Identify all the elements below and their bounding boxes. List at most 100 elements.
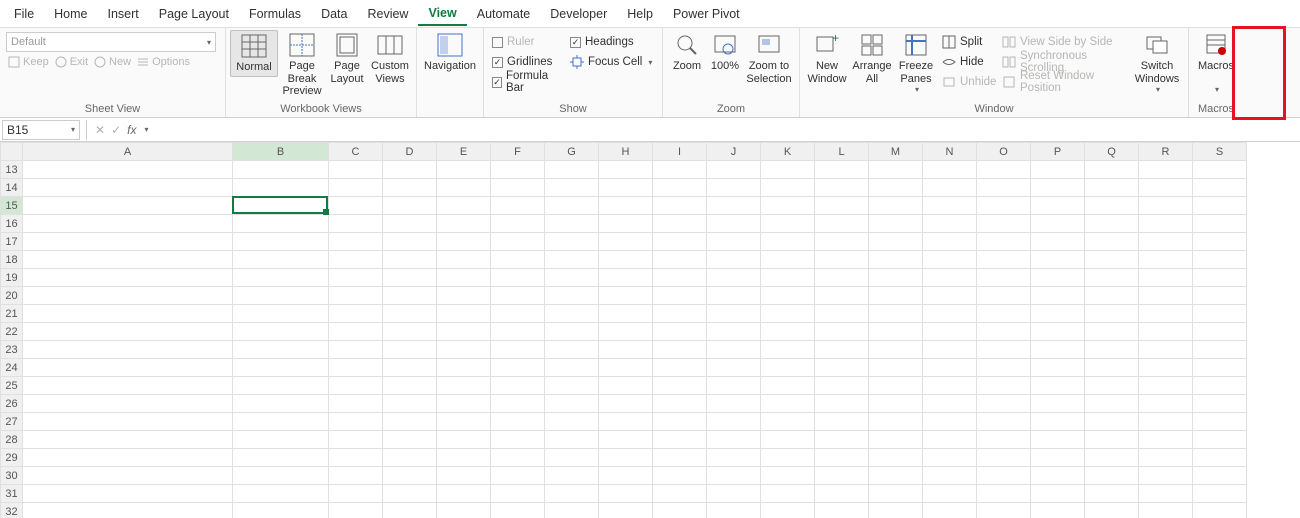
cell[interactable] <box>977 377 1031 395</box>
cell[interactable] <box>437 449 491 467</box>
cell[interactable] <box>815 233 869 251</box>
cell[interactable] <box>1085 197 1139 215</box>
cell[interactable] <box>977 467 1031 485</box>
gridlines-checkbox[interactable]: Gridlines <box>488 52 566 72</box>
cell[interactable] <box>1193 467 1247 485</box>
cell[interactable] <box>23 467 233 485</box>
cell[interactable] <box>1193 287 1247 305</box>
cell[interactable] <box>1193 161 1247 179</box>
cell[interactable] <box>233 179 329 197</box>
cell[interactable] <box>23 395 233 413</box>
cell[interactable] <box>815 431 869 449</box>
cell[interactable] <box>383 431 437 449</box>
cell[interactable] <box>707 287 761 305</box>
cell[interactable] <box>233 503 329 518</box>
cell[interactable] <box>653 179 707 197</box>
cell[interactable] <box>599 413 653 431</box>
cell[interactable] <box>977 431 1031 449</box>
cell[interactable] <box>1031 341 1085 359</box>
enter-formula-icon[interactable]: ✓ <box>111 123 121 137</box>
cell[interactable] <box>977 233 1031 251</box>
cell[interactable] <box>383 251 437 269</box>
cell[interactable] <box>383 269 437 287</box>
cell[interactable] <box>1085 395 1139 413</box>
cell[interactable] <box>707 341 761 359</box>
cell[interactable] <box>707 161 761 179</box>
cell[interactable] <box>923 359 977 377</box>
cell[interactable] <box>491 449 545 467</box>
cell[interactable] <box>923 431 977 449</box>
cell[interactable] <box>491 359 545 377</box>
cell[interactable] <box>437 233 491 251</box>
cell[interactable] <box>1031 161 1085 179</box>
cell[interactable] <box>869 251 923 269</box>
select-all-corner[interactable] <box>1 143 23 161</box>
cell[interactable] <box>23 359 233 377</box>
cell[interactable] <box>1031 287 1085 305</box>
cell[interactable] <box>1193 503 1247 518</box>
cell[interactable] <box>383 197 437 215</box>
row-header[interactable]: 21 <box>1 305 23 323</box>
cell[interactable] <box>1193 485 1247 503</box>
cell[interactable] <box>545 431 599 449</box>
cell[interactable] <box>329 233 383 251</box>
cell[interactable] <box>653 449 707 467</box>
cell[interactable] <box>491 233 545 251</box>
cell[interactable] <box>23 503 233 518</box>
cell[interactable] <box>233 251 329 269</box>
navigation-button[interactable]: Navigation <box>421 30 479 75</box>
cell[interactable] <box>869 395 923 413</box>
cell[interactable] <box>1139 305 1193 323</box>
cell[interactable] <box>977 251 1031 269</box>
cell[interactable] <box>977 413 1031 431</box>
cell[interactable] <box>1193 251 1247 269</box>
cell[interactable] <box>329 215 383 233</box>
cell[interactable] <box>545 179 599 197</box>
cell[interactable] <box>329 269 383 287</box>
cell[interactable] <box>437 215 491 233</box>
custom-views-button[interactable]: Custom Views <box>368 30 412 87</box>
cell[interactable] <box>923 305 977 323</box>
cell[interactable] <box>1031 197 1085 215</box>
cell[interactable] <box>383 323 437 341</box>
cell[interactable] <box>761 467 815 485</box>
cell[interactable] <box>977 305 1031 323</box>
cell[interactable] <box>545 413 599 431</box>
cell[interactable] <box>761 269 815 287</box>
row-header[interactable]: 13 <box>1 161 23 179</box>
cell[interactable] <box>23 377 233 395</box>
cell[interactable] <box>1139 197 1193 215</box>
cell[interactable] <box>761 323 815 341</box>
cell[interactable] <box>869 269 923 287</box>
cell[interactable] <box>437 341 491 359</box>
cell[interactable] <box>1139 467 1193 485</box>
cell[interactable] <box>233 341 329 359</box>
cell[interactable] <box>761 413 815 431</box>
column-header[interactable]: L <box>815 143 869 161</box>
cell[interactable] <box>233 161 329 179</box>
cell[interactable] <box>869 467 923 485</box>
cell[interactable] <box>815 179 869 197</box>
cell[interactable] <box>761 179 815 197</box>
cell[interactable] <box>233 269 329 287</box>
cell[interactable] <box>23 449 233 467</box>
cell[interactable] <box>599 431 653 449</box>
cell[interactable] <box>1193 323 1247 341</box>
cell[interactable] <box>599 305 653 323</box>
row-header[interactable]: 26 <box>1 395 23 413</box>
cell[interactable] <box>599 485 653 503</box>
cell[interactable] <box>1139 251 1193 269</box>
column-header[interactable]: R <box>1139 143 1193 161</box>
tab-help[interactable]: Help <box>617 3 663 25</box>
cell[interactable] <box>545 287 599 305</box>
row-header[interactable]: 29 <box>1 449 23 467</box>
cell[interactable] <box>1085 269 1139 287</box>
cell[interactable] <box>599 467 653 485</box>
cell[interactable] <box>1031 485 1085 503</box>
cell[interactable] <box>923 341 977 359</box>
cell[interactable] <box>1085 305 1139 323</box>
cell[interactable] <box>977 197 1031 215</box>
cell[interactable] <box>599 449 653 467</box>
cell[interactable] <box>869 323 923 341</box>
cell[interactable] <box>977 215 1031 233</box>
